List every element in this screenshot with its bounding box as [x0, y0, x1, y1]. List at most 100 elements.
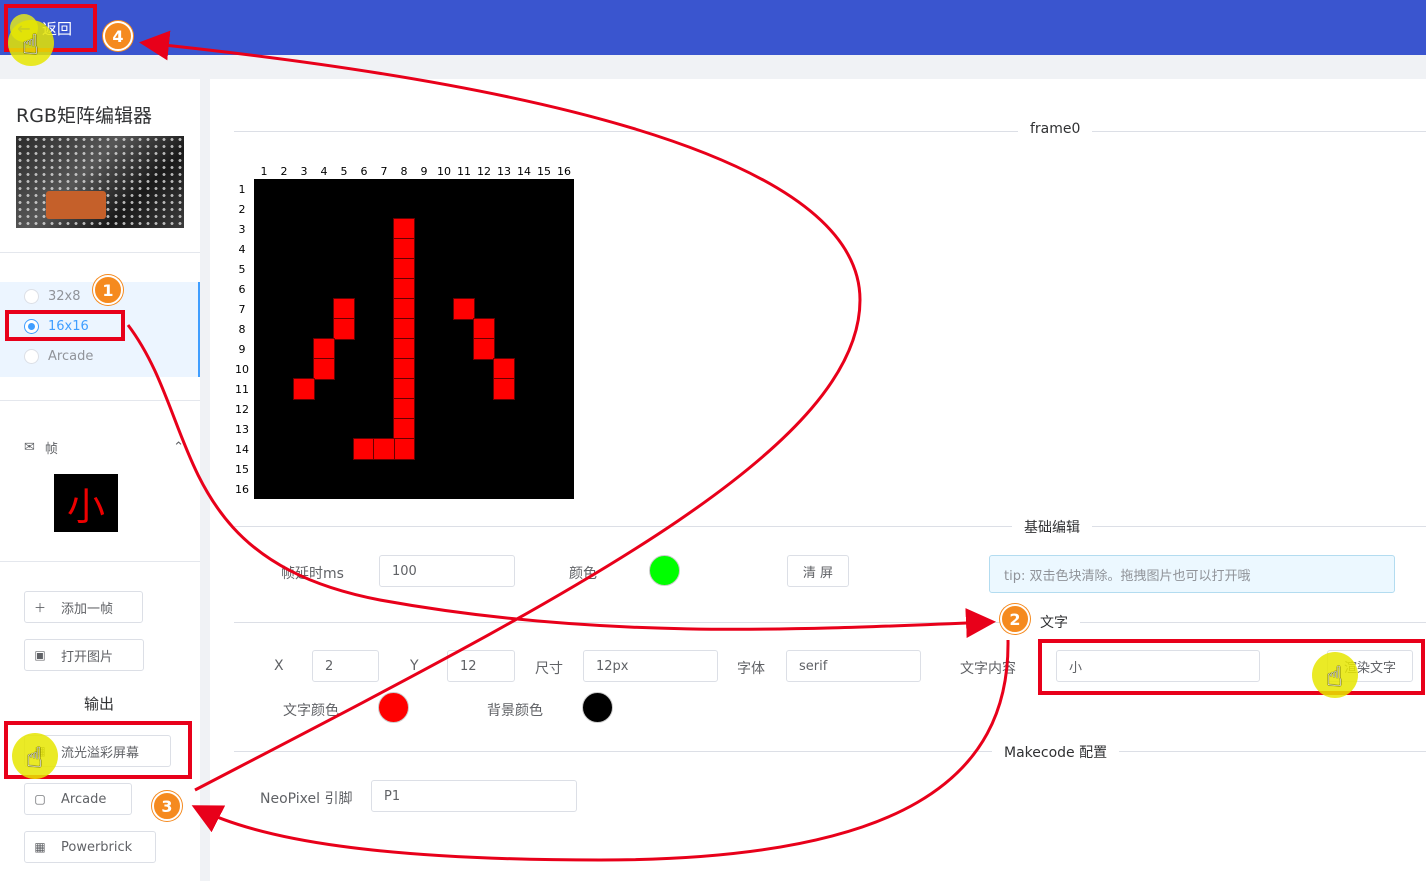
size-input[interactable]: 12px — [583, 650, 718, 682]
column-number: 6 — [360, 165, 368, 178]
row-number: 10 — [235, 363, 249, 376]
led-cell-lit[interactable] — [393, 258, 415, 280]
led-cell-lit[interactable] — [353, 438, 375, 460]
row-number: 14 — [235, 443, 249, 456]
open-image-button[interactable]: ▣ 打开图片 — [24, 639, 144, 671]
divider — [0, 561, 200, 562]
column-number: 11 — [457, 165, 471, 178]
add-frame-button[interactable]: ＋ 添加一帧 — [24, 591, 143, 623]
output-label-text: Arcade — [61, 791, 107, 807]
led-cell-lit[interactable] — [393, 318, 415, 340]
led-cell-lit[interactable] — [333, 298, 355, 320]
row-number: 15 — [235, 463, 249, 476]
highlight-box-size — [5, 310, 125, 341]
led-cell-lit[interactable] — [393, 278, 415, 300]
divider — [0, 400, 200, 401]
preview-image — [16, 136, 184, 228]
column-number: 5 — [340, 165, 348, 178]
main-editor: frame0 1 2 3 4 5 6 7 8 9 10 11 12 13 14 15 16 123456789… — [210, 79, 1426, 881]
text-color-picker[interactable] — [378, 692, 409, 723]
led-cell-lit[interactable] — [473, 318, 495, 340]
top-bar: ← 返回 — [0, 0, 1426, 55]
led-cell-lit[interactable] — [473, 338, 495, 360]
frame-thumbnail[interactable]: 小 — [54, 474, 118, 532]
section-divider — [234, 751, 1426, 752]
column-number: 4 — [320, 165, 328, 178]
font-input[interactable]: serif — [786, 650, 921, 682]
divider — [0, 252, 200, 253]
row-number: 7 — [238, 303, 246, 316]
led-grid[interactable] — [254, 179, 574, 499]
y-input[interactable]: 12 — [447, 650, 515, 682]
add-frame-label: 添加一帧 — [61, 601, 114, 617]
led-cell-lit[interactable] — [393, 218, 415, 240]
bg-color-label: 背景颜色 — [487, 703, 543, 719]
x-input[interactable]: 2 — [312, 650, 379, 682]
led-cell-lit[interactable] — [453, 298, 475, 320]
text-color-label: 文字颜色 — [283, 703, 339, 719]
column-number: 13 — [497, 165, 511, 178]
column-number: 1 — [260, 165, 268, 178]
size-option-arcade[interactable]: Arcade — [24, 349, 93, 364]
row-number: 11 — [235, 383, 249, 396]
column-number: 14 — [517, 165, 531, 178]
led-cell-lit[interactable] — [293, 378, 315, 400]
led-cell-lit[interactable] — [393, 338, 415, 360]
size-option-32x8[interactable]: 32x8 — [24, 289, 81, 304]
grid-icon: ▦ — [34, 840, 46, 854]
led-cell-lit[interactable] — [333, 318, 355, 340]
color-picker[interactable] — [649, 555, 680, 586]
tip-box: tip: 双击色块清除。拖拽图片也可以打开哦 — [989, 555, 1395, 593]
highlight-box-text — [1038, 639, 1425, 695]
column-number: 2 — [280, 165, 288, 178]
frame-title: frame0 — [1018, 121, 1093, 137]
clear-screen-button[interactable]: 清 屏 — [787, 555, 849, 587]
hand-pointer-icon: ☝ — [1312, 652, 1358, 698]
basic-edit-title: 基础编辑 — [1012, 517, 1092, 537]
section-divider — [234, 526, 1426, 527]
gamepad-icon: ▢ — [34, 792, 46, 806]
row-number: 6 — [238, 283, 246, 296]
led-cell-lit[interactable] — [493, 358, 515, 380]
led-cell-lit[interactable] — [393, 418, 415, 440]
frame-thumb-char: 小 — [66, 484, 105, 529]
row-number: 2 — [238, 203, 246, 216]
output-powerbrick-button[interactable]: ▦ Powerbrick — [24, 831, 156, 863]
column-number: 8 — [400, 165, 408, 178]
step-badge-1: 1 — [93, 275, 123, 305]
hand-pointer-icon: ☝ — [12, 733, 58, 779]
row-number: 13 — [235, 423, 249, 436]
column-number: 9 — [420, 165, 428, 178]
column-number: 3 — [300, 165, 308, 178]
led-cell-lit[interactable] — [393, 298, 415, 320]
x-label: X — [274, 658, 284, 674]
text-section-title: 文字 — [1028, 612, 1080, 632]
led-cell-lit[interactable] — [393, 378, 415, 400]
led-cell-lit[interactable] — [393, 398, 415, 420]
row-number: 12 — [235, 403, 249, 416]
row-number: 1 — [238, 183, 246, 196]
led-cell-lit[interactable] — [313, 338, 335, 360]
bg-color-picker[interactable] — [582, 692, 613, 723]
radio-icon — [24, 349, 39, 364]
delay-input[interactable]: 100 — [379, 555, 515, 587]
led-cell-lit[interactable] — [493, 378, 515, 400]
led-cell-lit[interactable] — [393, 358, 415, 380]
row-number: 5 — [238, 263, 246, 276]
led-cell-lit[interactable] — [313, 358, 335, 380]
step-badge-4: 4 — [103, 21, 133, 51]
output-arcade-button[interactable]: ▢ Arcade — [24, 783, 132, 815]
row-number: 4 — [238, 243, 246, 256]
led-cell-lit[interactable] — [393, 438, 415, 460]
frames-header[interactable]: ✉ 帧 ⌃ — [24, 438, 184, 457]
makecode-title: Makecode 配置 — [992, 742, 1120, 762]
neopixel-input[interactable]: P1 — [371, 780, 577, 812]
led-cell-lit[interactable] — [373, 438, 395, 460]
open-image-label: 打开图片 — [61, 649, 114, 665]
text-content-label: 文字内容 — [960, 661, 1016, 677]
step-badge-2: 2 — [1000, 604, 1030, 634]
chevron-up-icon: ⌃ — [173, 440, 184, 455]
frames-label: 帧 — [44, 442, 58, 457]
column-number: 12 — [477, 165, 491, 178]
led-cell-lit[interactable] — [393, 238, 415, 260]
